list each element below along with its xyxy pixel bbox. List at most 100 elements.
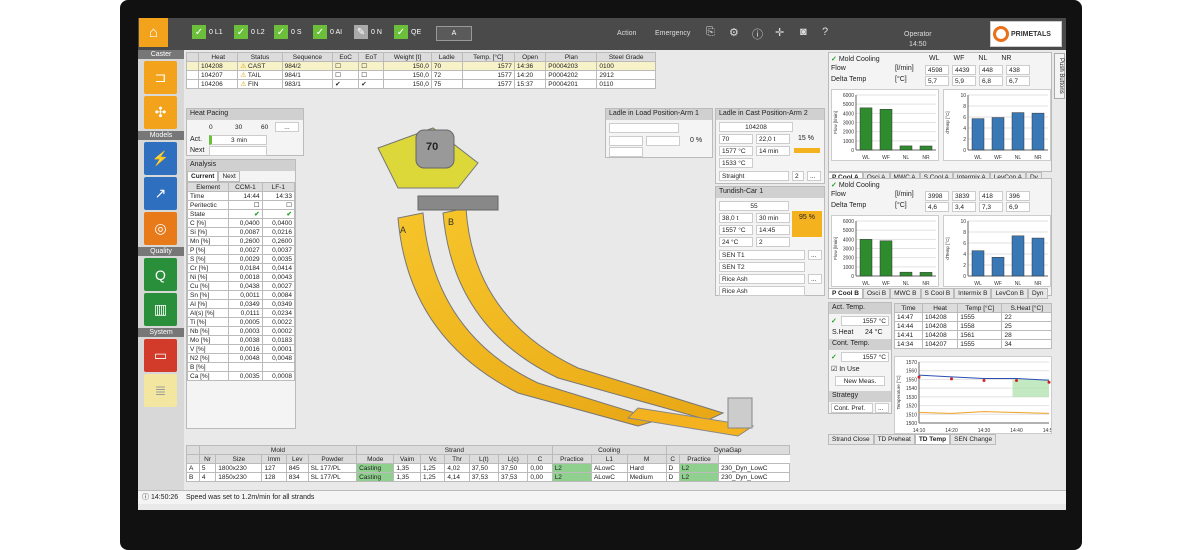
table-row: N2 [%] 0,0048 0,0048	[186, 353, 296, 363]
status-ai[interactable]: ✓ 0 AI	[313, 25, 342, 39]
tab-s-cool-b[interactable]: S Cool B	[920, 288, 955, 299]
y-tick-label: 3000	[843, 247, 854, 253]
bar-nr	[1031, 237, 1045, 277]
pacing-act-value: 3 min	[209, 135, 267, 145]
model-c-button[interactable]: ◎	[144, 212, 177, 245]
y-tick-label: 4	[963, 252, 966, 258]
warning-icon: ⚠	[240, 63, 247, 70]
caster-3d-view: 70 A B	[377, 127, 755, 437]
bar-wl	[971, 118, 985, 151]
table-row: Ni [%] 0,0018 0,0043	[186, 272, 296, 282]
caster-overview-button[interactable]: ⊐	[144, 61, 177, 94]
check-icon: ✓	[234, 25, 248, 39]
table-row[interactable]: 104206 ⚠ FIN 983/1 ✔ ✔ 150,0 75 1577 15:37 P00042…	[186, 79, 656, 89]
bar-nl	[1011, 112, 1025, 151]
heats-table: Heat Status Sequence EoC EoT Weight [t] Ladle T…	[186, 52, 656, 89]
table-row[interactable]: 14:44 104208 1558 25	[893, 321, 1052, 331]
table-row[interactable]: 104208 ⚠ CAST 984/2 ☐ ☐ 150,0 70 1577 14:36 P0004…	[186, 61, 656, 71]
move-icon[interactable]: ✛	[775, 26, 784, 39]
action-menu[interactable]: Action	[617, 30, 636, 37]
tab-dyn-b[interactable]: Dyn	[1027, 288, 1048, 299]
model-b-button[interactable]: ↗	[144, 177, 177, 210]
push-buttons-tab[interactable]: Push Buttons	[1054, 53, 1065, 99]
bar-nl	[899, 271, 913, 277]
tab-td-temp[interactable]: TD Temp	[914, 434, 951, 445]
status-l1[interactable]: ✓ 0 L1	[192, 25, 223, 39]
status-n[interactable]: ✎ 0 N	[354, 25, 382, 39]
model-icon: ↗	[154, 185, 167, 201]
quality-chart-button[interactable]: ▥	[144, 293, 177, 326]
x-tick-label: 14:50	[1043, 428, 1052, 434]
sidebar-section-quality: Quality	[138, 247, 184, 256]
ladle-more-button[interactable]: ...	[807, 171, 821, 181]
screen: ⌂ ✓ 0 L1 ✓ 0 L2 ✓ 0 S ✓ 0 AI ✎ 0 N ✓ QE A Acti…	[138, 18, 1066, 510]
check-icon: ✓	[313, 25, 327, 39]
tab-intermix-b[interactable]: Intermix B	[954, 288, 992, 299]
tab-levcon-b[interactable]: LevCon B	[991, 288, 1028, 299]
exit-icon[interactable]: ⎘	[706, 26, 715, 39]
tundish-car	[417, 195, 499, 211]
new-meas-button[interactable]: New Meas.	[835, 376, 885, 386]
table-row: Nb [%] 0,0003 0,0002	[186, 326, 296, 336]
status-qe[interactable]: ✓ QE	[394, 25, 421, 39]
segment-button[interactable]: ✣	[144, 96, 177, 129]
strand-selector[interactable]: A	[436, 26, 472, 41]
pacing-more-button[interactable]: ...	[275, 122, 299, 132]
check-icon: ✓	[192, 25, 206, 39]
tab-sen-change[interactable]: SEN Change	[950, 434, 997, 445]
y-tick-label: 6000	[843, 93, 854, 99]
y-tick-label: 4000	[843, 237, 854, 243]
tab-osci-b[interactable]: Osci B	[862, 288, 891, 299]
status-l2[interactable]: ✓ 0 L2	[234, 25, 265, 39]
table-row: Time 14:44 14:33	[186, 191, 296, 201]
table-row[interactable]: 104207 ⚠ TAIL 984/1 ☐ ☐ 150,0 72 1577 14:20 P0004…	[186, 70, 656, 80]
table-row[interactable]: B 4 1850x230 128 834 SL 177/PL Casting 1,35 1,25…	[186, 472, 790, 482]
warning-icon: ⚠	[240, 81, 247, 88]
table-row: Sn [%] 0,0011 0,0084	[186, 290, 296, 300]
y-tick-label: 0	[963, 274, 966, 280]
table-row: P [%] 0,0027 0,0037	[186, 245, 296, 255]
strategy-more-button[interactable]: ...	[875, 403, 889, 413]
check-icon: ✓	[831, 318, 837, 325]
gear-icon[interactable]: ⚙	[729, 26, 739, 39]
info-icon[interactable]: ⓘ	[752, 26, 763, 42]
help-icon[interactable]: ?	[822, 26, 828, 38]
table-row: B [%]	[186, 362, 296, 372]
tab-strand-close[interactable]: Strand Close	[828, 434, 874, 445]
table-row[interactable]: 14:47 104208 1555 22	[893, 312, 1052, 322]
camera-icon[interactable]: ◙	[800, 26, 807, 38]
model-a-button[interactable]: ⚡	[144, 142, 177, 175]
home-button[interactable]: ⌂	[139, 18, 168, 47]
emergency-menu[interactable]: Emergency	[655, 30, 690, 37]
reports-button[interactable]: ≣	[144, 374, 177, 407]
temperature-chart: 1500 1510 1520 1530 1540 1550 1560 1570 Temperat…	[894, 356, 1052, 434]
sen-more-button[interactable]: ...	[808, 250, 822, 260]
tab-next[interactable]: Next	[218, 171, 240, 182]
table-row[interactable]: 14:41 104208 1561 28	[893, 330, 1052, 340]
table-row: Al [%] 0,0349 0,0349	[186, 299, 296, 309]
bar-wf	[879, 240, 893, 277]
table-row: Mo [%] 0,0038 0,0183	[186, 335, 296, 345]
warning-icon: ⚠	[240, 72, 247, 79]
table-row[interactable]: A 5 1800x230 127 845 SL 177/PL Casting 1,35 1,25…	[186, 463, 790, 473]
table-row[interactable]: 14:34 104207 1555 34	[893, 339, 1052, 349]
cont-pref-select[interactable]: Cont. Pref.	[831, 403, 873, 413]
operator-info: Operator 14:50	[904, 31, 932, 48]
quality-search-button[interactable]: Q	[144, 258, 177, 291]
bar-wl	[859, 239, 873, 277]
checkbox-in-use[interactable]: ☑	[831, 366, 837, 373]
tab-p-cool-b[interactable]: P Cool B	[828, 288, 863, 299]
ash-more-button[interactable]: ...	[808, 274, 822, 284]
tab-td-preheat[interactable]: TD Preheat	[873, 434, 915, 445]
y-tick-label: 6000	[843, 219, 854, 225]
tab-current[interactable]: Current	[187, 171, 219, 182]
tab-mwc-b[interactable]: MWC B	[890, 288, 921, 299]
document-icon: ≣	[154, 382, 167, 398]
bar-wl	[859, 107, 873, 151]
system-monitor-button[interactable]: ▭	[144, 339, 177, 372]
analysis-table: Element CCM-1 LF-1 Time 14:44 14:33 Peritecti…	[186, 182, 296, 381]
y-tick-label: 1000	[843, 265, 854, 271]
y-tick-label: 10	[960, 219, 966, 225]
status-s[interactable]: ✓ 0 S	[274, 25, 302, 39]
logo-ring-icon	[993, 26, 1009, 42]
